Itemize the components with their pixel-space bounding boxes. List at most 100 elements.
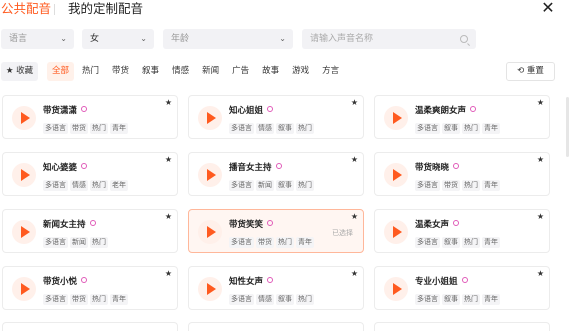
voice-tag: 多语言 <box>43 123 68 134</box>
voice-tag: 新闻 <box>256 180 274 191</box>
play-icon[interactable] <box>12 220 36 244</box>
category-tab[interactable]: 游戏 <box>287 62 314 81</box>
category-tab[interactable]: 方言 <box>317 62 344 81</box>
voice-tag: 多语言 <box>415 237 440 248</box>
voice-tags: 多语言 情感 热门 老年 <box>43 180 128 191</box>
voice-name: 带货潇潇 <box>43 106 88 117</box>
voice-name-search-input[interactable]: 请输入声音名称 <box>302 29 476 49</box>
favorites-filter-button[interactable]: ★ 收藏 <box>1 62 38 81</box>
play-icon[interactable] <box>198 277 222 301</box>
voice-tag: 热门 <box>90 294 108 305</box>
voice-card[interactable]: 知心姐姐多语言 情感 叙事 热门 ★ <box>188 95 364 139</box>
voice-tag: 多语言 <box>229 237 254 248</box>
vip-icon <box>81 277 88 283</box>
vip-icon <box>275 163 282 169</box>
voice-tag: 青年 <box>482 294 500 305</box>
play-icon[interactable] <box>198 220 222 244</box>
category-tab[interactable]: 热门 <box>77 62 104 81</box>
gender-select[interactable]: 女 ⌄ <box>82 29 154 49</box>
play-icon[interactable] <box>384 163 408 187</box>
voice-name-text: 温柔女声 <box>415 220 450 230</box>
favorite-star-icon[interactable]: ★ <box>537 156 544 164</box>
vip-icon <box>89 220 96 226</box>
play-icon[interactable] <box>198 163 222 187</box>
voice-name-text: 新闻女主持 <box>43 220 86 230</box>
favorite-star-icon[interactable]: ★ <box>165 270 172 278</box>
category-tab[interactable]: 故事 <box>257 62 284 81</box>
voice-tag: 热门 <box>462 294 480 305</box>
voice-tag: 热门 <box>462 123 480 134</box>
favorite-star-icon[interactable]: ★ <box>165 99 172 107</box>
voice-tag: 叙事 <box>276 123 294 134</box>
voice-name-text: 带货潇潇 <box>43 106 78 116</box>
category-tab[interactable]: 全部 <box>47 62 75 81</box>
tab-divider <box>54 4 55 15</box>
voice-name: 知心姐姐 <box>229 106 274 117</box>
favorite-star-icon[interactable]: ★ <box>165 213 172 221</box>
voice-card[interactable]: 带货小悦 多语言 带货 热门 青年 ★ <box>2 266 178 310</box>
voice-tag: 新闻 <box>70 237 88 248</box>
voice-tag: 热门 <box>296 123 314 134</box>
age-select[interactable]: 年龄 ⌄ <box>163 29 293 49</box>
favorite-star-icon[interactable]: ★ <box>537 213 544 221</box>
voice-card[interactable]: 知心婆婆多语言 情感 热门 老年 ★ <box>2 152 178 196</box>
voice-card[interactable]: 带货晓晓 多语言 带货 热门 青年 ★ <box>374 152 550 196</box>
voice-tag: 多语言 <box>415 123 440 134</box>
play-icon[interactable] <box>12 106 36 130</box>
play-icon[interactable] <box>12 277 36 301</box>
close-icon[interactable]: ✕ <box>539 0 557 17</box>
chevron-down-icon: ⌄ <box>60 34 67 43</box>
voice-card[interactable]: 带货笑笑 多语言 带货 热门 青年 ★ 已选择 <box>188 209 364 253</box>
voice-name: 带货小悦 <box>43 277 88 288</box>
play-icon[interactable] <box>384 220 408 244</box>
reset-button[interactable]: ⟲ 重置 <box>506 62 555 81</box>
favorite-star-icon[interactable]: ★ <box>351 213 358 221</box>
category-tab[interactable]: 新闻 <box>197 62 224 81</box>
voice-tag: 多语言 <box>43 180 68 191</box>
voice-card-partial <box>2 322 178 331</box>
category-tab[interactable]: 广告 <box>227 62 254 81</box>
voice-tag: 带货 <box>442 180 460 191</box>
favorite-star-icon[interactable]: ★ <box>351 99 358 107</box>
voice-card[interactable]: 知性女声 多语言 情感 叙事 热门 ★ <box>188 266 364 310</box>
favorite-star-icon[interactable]: ★ <box>165 156 172 164</box>
voice-card[interactable]: 专业小姐姐 多语言 叙事 热门 青年 ★ <box>374 266 550 310</box>
voice-tag: 多语言 <box>229 123 254 134</box>
voice-card[interactable]: 带货潇潇 多语言 带货 热门 青年 ★ <box>2 95 178 139</box>
voice-card[interactable]: 温柔女声 多语言 叙事 热门 青年 ★ <box>374 209 550 253</box>
play-icon[interactable] <box>384 277 408 301</box>
voice-name-text: 知心婆婆 <box>43 163 78 173</box>
voice-tag: 多语言 <box>229 180 254 191</box>
tab-my-custom-voices[interactable]: 我的定制配音 <box>68 1 143 17</box>
vip-icon <box>267 106 274 112</box>
chevron-down-icon: ⌄ <box>140 34 147 43</box>
voice-tag: 热门 <box>90 180 108 191</box>
favorite-star-icon[interactable]: ★ <box>351 270 358 278</box>
voice-name-text: 播音女主持 <box>229 163 272 173</box>
category-tab[interactable]: 情感 <box>167 62 194 81</box>
play-icon[interactable] <box>198 106 222 130</box>
voice-tag: 热门 <box>462 180 480 191</box>
search-icon[interactable] <box>460 35 468 43</box>
voice-name-text: 知心姐姐 <box>229 106 264 116</box>
age-select-value: 年龄 <box>171 34 190 44</box>
voice-card[interactable]: 新闻女主持 多语言 新闻 热门 ★ <box>2 209 178 253</box>
voice-tags: 多语言 带货 热门 青年 <box>229 237 314 248</box>
favorite-star-icon[interactable]: ★ <box>351 156 358 164</box>
voice-card[interactable]: 温柔爽朗女声 多语言 叙事 热门 青年 ★ <box>374 95 550 139</box>
play-icon[interactable] <box>384 106 408 130</box>
category-tab[interactable]: 叙事 <box>137 62 164 81</box>
voice-tag: 带货 <box>70 123 88 134</box>
voice-tag: 情感 <box>256 123 274 134</box>
favorite-star-icon[interactable]: ★ <box>537 270 544 278</box>
play-icon[interactable] <box>12 163 36 187</box>
scrollbar[interactable] <box>566 97 569 157</box>
tab-public-voices[interactable]: 公共配音 <box>1 1 51 17</box>
voice-tag: 热门 <box>90 237 108 248</box>
favorite-star-icon[interactable]: ★ <box>537 99 544 107</box>
category-tab[interactable]: 带货 <box>107 62 134 81</box>
language-select[interactable]: 语言 ⌄ <box>1 29 74 49</box>
vip-icon <box>461 277 468 283</box>
voice-card[interactable]: 播音女主持 多语言 新闻 叙事 热门 ★ <box>188 152 364 196</box>
voice-tag: 青年 <box>110 294 128 305</box>
